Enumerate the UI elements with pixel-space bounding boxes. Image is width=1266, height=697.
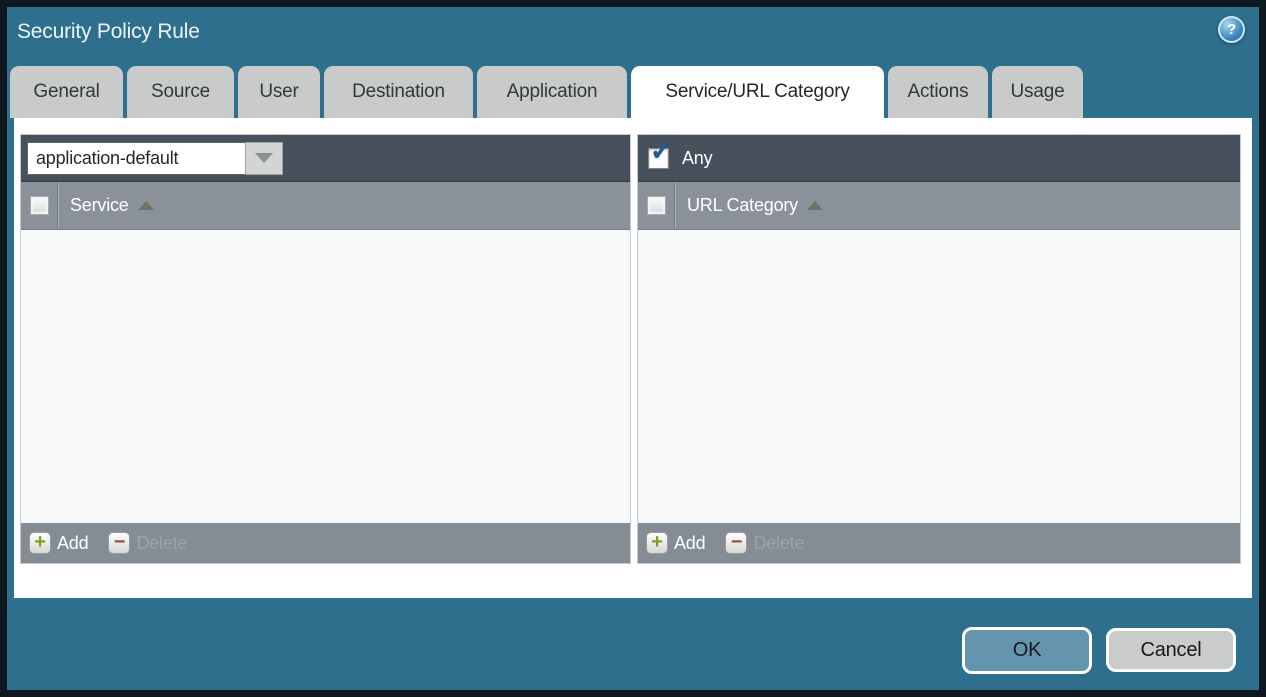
sort-ascending-icon [807, 201, 823, 210]
service-add-button[interactable]: + Add [29, 532, 88, 554]
help-icon[interactable]: ? [1218, 16, 1245, 43]
chevron-down-icon [255, 153, 273, 163]
url-category-panel: ✓ Any URL Category + Add − Delete [637, 134, 1241, 564]
tab-actions[interactable]: Actions [888, 66, 988, 118]
tab-service-url-category[interactable]: Service/URL Category [631, 66, 884, 118]
url-category-select-all-cell [638, 182, 675, 229]
tab-usage[interactable]: Usage [992, 66, 1083, 118]
url-category-column-header[interactable]: URL Category [675, 182, 823, 229]
service-type-combo [27, 142, 283, 175]
service-table-body [21, 230, 630, 523]
url-category-table-header: URL Category [638, 182, 1240, 230]
service-panel-footer: + Add − Delete [21, 523, 630, 563]
url-category-add-button[interactable]: + Add [646, 532, 705, 554]
service-type-input[interactable] [27, 142, 246, 175]
service-panel: Service + Add − Delete [20, 134, 631, 564]
dialog-title: Security Policy Rule [17, 20, 200, 44]
ok-button[interactable]: OK [962, 627, 1092, 674]
security-policy-rule-dialog: Security Policy Rule ? General Source Us… [0, 0, 1266, 697]
sort-ascending-icon [138, 201, 154, 210]
checkmark-icon: ✓ [650, 138, 672, 165]
tab-application[interactable]: Application [477, 66, 627, 118]
url-category-select-all-checkbox[interactable] [647, 196, 666, 215]
service-table-header: Service [21, 182, 630, 230]
minus-icon: − [731, 532, 742, 552]
tab-destination[interactable]: Destination [324, 66, 473, 118]
service-panel-toolbar [21, 135, 630, 182]
tab-bar: General Source User Destination Applicat… [10, 66, 1087, 118]
url-category-panel-footer: + Add − Delete [638, 523, 1240, 563]
service-column-header[interactable]: Service [58, 182, 154, 229]
url-category-panel-toolbar: ✓ Any [638, 135, 1240, 182]
any-checkbox[interactable]: ✓ [648, 148, 669, 169]
service-select-all-checkbox[interactable] [30, 196, 49, 215]
cancel-button[interactable]: Cancel [1106, 628, 1236, 672]
help-icon-glyph: ? [1227, 21, 1236, 38]
tab-general[interactable]: General [10, 66, 123, 118]
tab-user[interactable]: User [238, 66, 320, 118]
service-select-all-cell [21, 182, 58, 229]
url-category-table-body [638, 230, 1240, 523]
any-label: Any [682, 148, 712, 169]
minus-icon: − [114, 532, 125, 552]
service-delete-button[interactable]: − Delete [108, 532, 187, 554]
url-category-column-label: URL Category [687, 195, 798, 216]
service-column-label: Service [70, 195, 129, 216]
plus-icon: + [34, 532, 45, 552]
url-category-delete-button[interactable]: − Delete [725, 532, 804, 554]
plus-icon: + [651, 532, 662, 552]
service-type-dropdown-button[interactable] [246, 142, 283, 175]
tab-source[interactable]: Source [127, 66, 234, 118]
any-row: ✓ Any [638, 148, 712, 169]
